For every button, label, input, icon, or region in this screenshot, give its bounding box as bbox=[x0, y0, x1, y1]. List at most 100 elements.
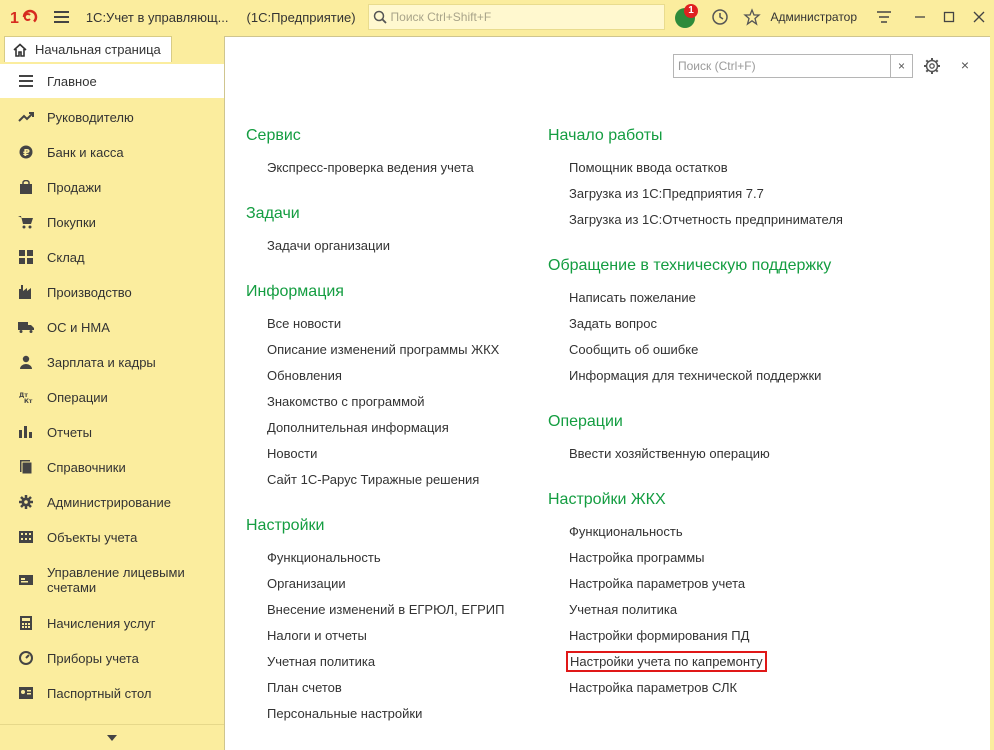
sidebar-item-accounts[interactable]: Управление лицевыми счетами bbox=[0, 557, 224, 603]
link-zkh-accounting-policy[interactable]: Учетная политика bbox=[569, 602, 677, 617]
sidebar: Главное Руководителю ₽ Банк и касса Прод… bbox=[0, 62, 224, 750]
link-accounting-params[interactable]: Настройка параметров учета bbox=[569, 576, 745, 591]
link-functionality[interactable]: Функциональность bbox=[267, 550, 381, 565]
person-icon bbox=[18, 354, 34, 370]
history-icon[interactable] bbox=[709, 6, 731, 28]
truck-icon bbox=[18, 319, 34, 335]
sidebar-item-label: Отчеты bbox=[47, 424, 92, 440]
link-pd-settings[interactable]: Настройки формирования ПД bbox=[569, 628, 749, 643]
link-report-error[interactable]: Сообщить об ошибке bbox=[569, 342, 698, 357]
link-express-check[interactable]: Экспресс-проверка ведения учета bbox=[267, 160, 474, 175]
notification-badge: 1 bbox=[684, 4, 699, 18]
settings-lines-icon[interactable] bbox=[869, 4, 899, 30]
global-search[interactable] bbox=[367, 4, 666, 30]
sidebar-item-label: Покупки bbox=[47, 214, 96, 230]
bar-chart-icon bbox=[18, 424, 34, 440]
sidebar-item-warehouse[interactable]: Склад bbox=[0, 240, 224, 274]
panel-settings-gear-icon[interactable] bbox=[922, 56, 942, 76]
sidebar-item-label: Паспортный стол bbox=[47, 685, 152, 701]
link-write-wish[interactable]: Написать пожелание bbox=[569, 290, 696, 305]
sidebar-item-reports[interactable]: Отчеты bbox=[0, 415, 224, 449]
sidebar-item-label: Производство bbox=[47, 284, 132, 300]
link-accounting-policy[interactable]: Учетная политика bbox=[267, 654, 375, 669]
sidebar-item-sales[interactable]: Продажи bbox=[0, 170, 224, 204]
link-updates[interactable]: Обновления bbox=[267, 368, 342, 383]
calculator-icon bbox=[18, 615, 34, 631]
section-title-info: Информация bbox=[246, 283, 344, 300]
sidebar-item-label: Справочники bbox=[47, 459, 126, 475]
sidebar-item-manager[interactable]: Руководителю bbox=[0, 100, 224, 134]
main-menu-icon[interactable] bbox=[54, 7, 74, 27]
clear-search-button[interactable]: × bbox=[890, 55, 912, 77]
sidebar-item-admin[interactable]: Администрирование bbox=[0, 485, 224, 519]
notifications-button[interactable]: 1 bbox=[673, 4, 699, 30]
favorites-star-icon[interactable] bbox=[741, 6, 763, 28]
maximize-icon[interactable] bbox=[935, 4, 965, 30]
link-egrul-changes[interactable]: Внесение изменений в ЕГРЮЛ, ЕГРИП bbox=[267, 602, 504, 617]
link-program-settings[interactable]: Настройка программы bbox=[569, 550, 705, 565]
sidebar-item-meters[interactable]: Приборы учета bbox=[0, 641, 224, 675]
1c-logo-icon: 1 bbox=[10, 7, 40, 27]
sidebar-item-purchases[interactable]: Покупки bbox=[0, 205, 224, 239]
sidebar-item-operations[interactable]: Дт Кт Операции bbox=[0, 380, 224, 414]
link-support-info[interactable]: Информация для технической поддержки bbox=[569, 368, 821, 383]
sidebar-item-payroll[interactable]: Зарплата и кадры bbox=[0, 345, 224, 379]
chevron-down-icon bbox=[107, 734, 117, 741]
link-import-77[interactable]: Загрузка из 1С:Предприятия 7.7 bbox=[569, 186, 764, 201]
link-capital-repair-settings[interactable]: Настройки учета по капремонту bbox=[566, 651, 767, 672]
link-additional-info[interactable]: Дополнительная информация bbox=[267, 420, 449, 435]
link-ask-question[interactable]: Задать вопрос bbox=[569, 316, 657, 331]
gear-icon bbox=[18, 494, 34, 510]
sidebar-item-objects[interactable]: Объекты учета bbox=[0, 520, 224, 554]
link-balance-wizard[interactable]: Помощник ввода остатков bbox=[569, 160, 728, 175]
ruble-icon: ₽ bbox=[18, 144, 34, 160]
passport-icon bbox=[18, 685, 34, 701]
sidebar-item-label: Управление лицевыми счетами bbox=[47, 565, 185, 595]
link-zkh-functionality[interactable]: Функциональность bbox=[569, 524, 683, 539]
minimize-icon[interactable] bbox=[905, 4, 935, 30]
app-title: 1С:Учет в управляющ... bbox=[85, 9, 229, 25]
sidebar-item-fixed-assets[interactable]: ОС и НМА bbox=[0, 310, 224, 344]
global-search-input[interactable] bbox=[390, 10, 651, 24]
panel-search-input[interactable] bbox=[674, 55, 890, 77]
sidebar-item-label: Продажи bbox=[47, 179, 102, 195]
link-changes-zkh[interactable]: Описание изменений программы ЖКХ bbox=[267, 342, 499, 357]
link-slk-params[interactable]: Настройка параметров СЛК bbox=[569, 680, 737, 695]
sidebar-item-charges[interactable]: Начисления услуг bbox=[0, 606, 224, 640]
app-subtitle: (1С:Предприятие) bbox=[246, 9, 356, 25]
close-window-icon[interactable] bbox=[964, 4, 994, 30]
sidebar-item-label: Склад bbox=[47, 249, 85, 265]
link-intro[interactable]: Знакомство с программой bbox=[267, 394, 425, 409]
link-personal-settings[interactable]: Персональные настройки bbox=[267, 706, 422, 721]
link-chart-of-accounts[interactable]: План счетов bbox=[267, 680, 342, 695]
sidebar-item-main[interactable]: Главное bbox=[0, 64, 224, 98]
sidebar-item-production[interactable]: Производство bbox=[0, 275, 224, 309]
link-enter-operation[interactable]: Ввести хозяйственную операцию bbox=[569, 446, 770, 461]
home-panel: × × Сервис Экспресс-проверка ведения уче… bbox=[224, 36, 990, 750]
panel-search[interactable]: × bbox=[673, 54, 913, 78]
sidebar-item-bank[interactable]: ₽ Банк и касса bbox=[0, 135, 224, 169]
sidebar-item-passport[interactable]: Паспортный стол bbox=[0, 676, 224, 710]
link-org-tasks[interactable]: Задачи организации bbox=[267, 238, 390, 253]
section-title-operations: Операции bbox=[548, 413, 623, 430]
link-taxes-reports[interactable]: Налоги и отчеты bbox=[267, 628, 367, 643]
meter-icon bbox=[18, 650, 34, 666]
link-news[interactable]: Новости bbox=[267, 446, 317, 461]
sidebar-item-catalogs[interactable]: Справочники bbox=[0, 450, 224, 484]
link-all-news[interactable]: Все новости bbox=[267, 316, 341, 331]
sidebar-item-label: Администрирование bbox=[47, 494, 171, 510]
book-icon bbox=[18, 459, 34, 475]
search-icon bbox=[373, 10, 387, 24]
tab-home[interactable]: Начальная страница bbox=[4, 36, 172, 62]
warehouse-icon bbox=[18, 249, 34, 265]
user-name[interactable]: Администратор bbox=[770, 10, 857, 24]
sidebar-scroll-down[interactable] bbox=[0, 724, 224, 750]
section-title-service: Сервис bbox=[246, 127, 301, 144]
sidebar-item-label: Главное bbox=[47, 73, 97, 89]
factory-icon bbox=[18, 284, 34, 300]
panel-close-button[interactable]: × bbox=[956, 56, 974, 74]
sidebar-item-label: Зарплата и кадры bbox=[47, 354, 156, 370]
link-organizations[interactable]: Организации bbox=[267, 576, 346, 591]
link-import-entrepreneur[interactable]: Загрузка из 1С:Отчетность предпринимател… bbox=[569, 212, 843, 227]
link-rarus-site[interactable]: Сайт 1С-Рарус Тиражные решения bbox=[267, 472, 479, 487]
